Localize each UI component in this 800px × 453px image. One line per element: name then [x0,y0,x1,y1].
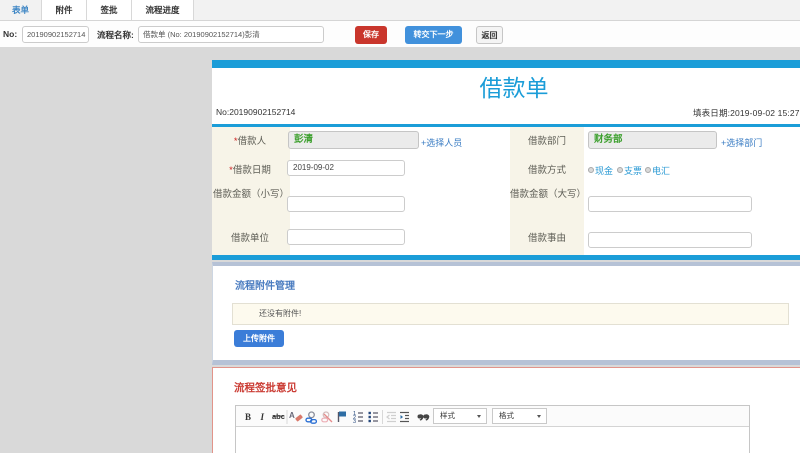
svg-text:A: A [289,411,295,420]
svg-text:3: 3 [353,419,356,425]
svg-text:I: I [260,412,265,422]
svg-text:B: B [245,412,251,422]
